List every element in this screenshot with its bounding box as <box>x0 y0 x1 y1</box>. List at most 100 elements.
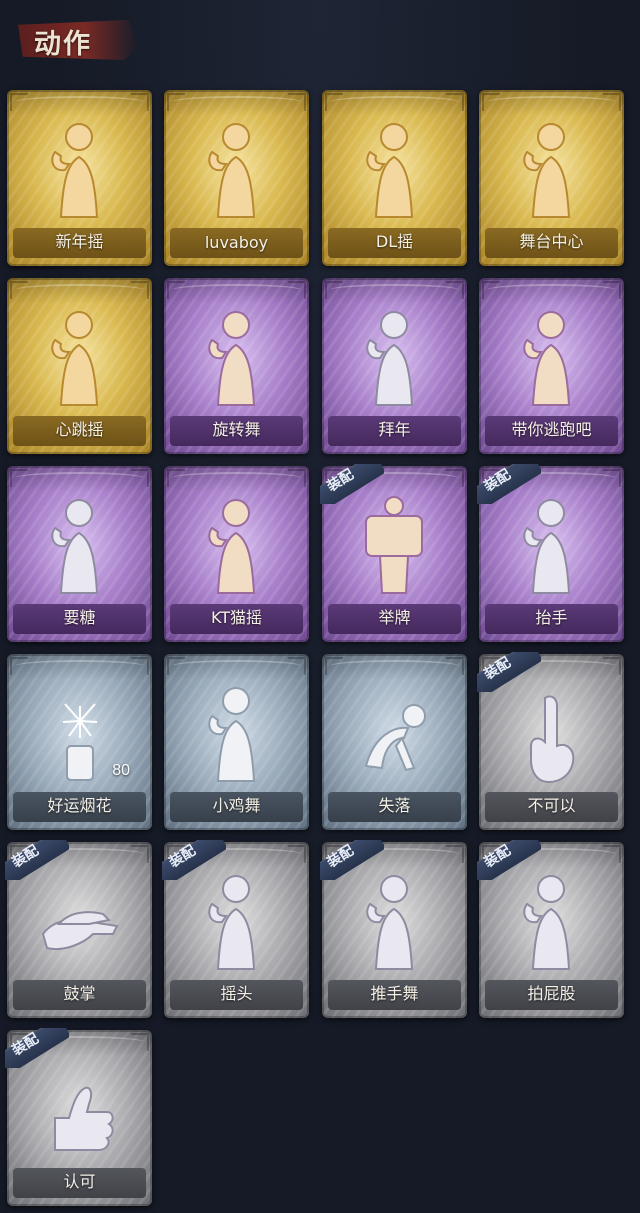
card-corner-decoration <box>446 281 464 299</box>
card-label: 拍屁股 <box>527 984 576 1003</box>
emote-card[interactable]: 推手舞 装配 <box>320 840 467 1018</box>
card-frame: 失落 <box>322 654 467 830</box>
equipped-badge: 装配 <box>320 840 384 880</box>
emote-card[interactable]: 新年摇 <box>7 90 152 266</box>
sign-board-icon <box>344 488 444 598</box>
emote-card[interactable]: 拜年 <box>322 278 467 454</box>
crawling-sad-icon <box>344 676 444 786</box>
card-label: 心跳摇 <box>55 420 104 439</box>
card-corner-decoration <box>167 93 185 111</box>
dancing-figure-icon <box>29 112 129 222</box>
card-frame: 好运烟花 <box>7 654 152 830</box>
card-label: 小鸡舞 <box>212 796 261 815</box>
card-label: 舞台中心 <box>519 232 584 251</box>
section-title: 动作 <box>34 29 92 60</box>
equipped-badge: 装配 <box>477 840 541 880</box>
card-corner-decoration <box>482 281 500 299</box>
emote-card[interactable]: 舞台中心 <box>479 90 624 266</box>
card-corner-decoration <box>325 657 343 675</box>
shrug-figure-icon <box>186 112 286 222</box>
sparkle-figure-icon <box>501 112 601 222</box>
card-corner-decoration <box>131 281 149 299</box>
clap-hands-icon <box>29 864 129 974</box>
card-frame: luvaboy <box>164 90 309 266</box>
card-corner-decoration <box>325 281 343 299</box>
card-label: 失落 <box>378 796 411 815</box>
card-corner-decoration <box>325 93 343 111</box>
greeting-bow-icon <box>344 300 444 410</box>
card-corner-decoration <box>288 93 306 111</box>
card-label: 推手舞 <box>370 984 419 1003</box>
equipped-badge: 装配 <box>477 464 541 504</box>
card-frame: 舞台中心 <box>479 90 624 266</box>
candy-ask-icon <box>29 488 129 598</box>
card-corner-decoration <box>131 1033 149 1051</box>
raise-hand-icon <box>501 488 601 598</box>
card-label: 带你逃跑吧 <box>511 420 592 439</box>
card-label: 好运烟花 <box>47 796 112 815</box>
card-corner-decoration <box>167 281 185 299</box>
card-corner-decoration <box>10 93 28 111</box>
card-frame: 心跳摇 <box>7 278 152 454</box>
spin-dance-icon <box>186 300 286 410</box>
emote-card[interactable]: 要糖 <box>7 466 152 642</box>
card-label: DL摇 <box>375 232 414 251</box>
equipped-badge: 装配 <box>5 1028 69 1068</box>
equipped-badge: 装配 <box>162 840 226 880</box>
emote-card[interactable]: 好运烟花 80 <box>7 654 152 830</box>
emote-card[interactable]: DL摇 <box>322 90 467 266</box>
card-corner-decoration <box>288 845 306 863</box>
card-corner-decoration <box>603 657 621 675</box>
card-label: 要糖 <box>63 608 96 627</box>
card-label: 不可以 <box>527 796 576 815</box>
card-label: luvaboy <box>204 233 269 252</box>
card-corner-decoration <box>131 469 149 487</box>
emote-card[interactable]: 举牌 装配 <box>320 464 467 642</box>
wag-finger-icon <box>501 676 601 786</box>
emote-card[interactable]: 小鸡舞 <box>164 654 309 830</box>
card-label: 新年摇 <box>55 232 104 251</box>
equipped-badge: 装配 <box>477 652 541 692</box>
card-label: 拜年 <box>378 420 411 439</box>
section-header: 动作 <box>8 12 138 64</box>
thumbs-up-icon <box>29 1052 129 1162</box>
emote-card[interactable]: 拍屁股 装配 <box>477 840 624 1018</box>
card-corner-decoration <box>603 281 621 299</box>
card-frame: KT猫摇 <box>164 466 309 642</box>
emote-card[interactable]: 摇头 装配 <box>162 840 309 1018</box>
emote-card[interactable]: luvaboy <box>164 90 309 266</box>
card-label: 旋转舞 <box>212 420 261 439</box>
card-corner-decoration <box>167 657 185 675</box>
cat-dance-icon <box>186 488 286 598</box>
card-corner-decoration <box>603 469 621 487</box>
heartbeat-figure-icon <box>29 300 129 410</box>
equipped-badge: 装配 <box>320 464 384 504</box>
emote-card[interactable]: 抬手 装配 <box>477 464 624 642</box>
item-count: 80 <box>112 762 130 779</box>
emote-card[interactable]: KT猫摇 <box>164 466 309 642</box>
card-corner-decoration <box>131 93 149 111</box>
card-corner-decoration <box>10 469 28 487</box>
emote-card[interactable]: 不可以 装配 <box>477 652 624 830</box>
card-corner-decoration <box>446 657 464 675</box>
card-label: 鼓掌 <box>63 984 96 1003</box>
shake-head-icon <box>186 864 286 974</box>
card-frame: 带你逃跑吧 <box>479 278 624 454</box>
push-dance-icon <box>344 864 444 974</box>
point-up-figure-icon <box>344 112 444 222</box>
card-corner-decoration <box>10 281 28 299</box>
card-frame: 新年摇 <box>7 90 152 266</box>
slap-bottom-icon <box>501 864 601 974</box>
card-corner-decoration <box>446 469 464 487</box>
card-corner-decoration <box>288 281 306 299</box>
emote-card[interactable]: 失落 <box>322 654 467 830</box>
card-label: KT猫摇 <box>210 608 263 627</box>
card-label: 举牌 <box>378 608 411 627</box>
emote-card[interactable]: 旋转舞 <box>164 278 309 454</box>
emote-card[interactable]: 带你逃跑吧 <box>479 278 624 454</box>
card-corner-decoration <box>603 845 621 863</box>
emote-card[interactable]: 鼓掌 装配 <box>5 840 152 1018</box>
card-corner-decoration <box>131 657 149 675</box>
emote-card[interactable]: 心跳摇 <box>7 278 152 454</box>
emote-card[interactable]: 认可 装配 <box>5 1028 152 1206</box>
